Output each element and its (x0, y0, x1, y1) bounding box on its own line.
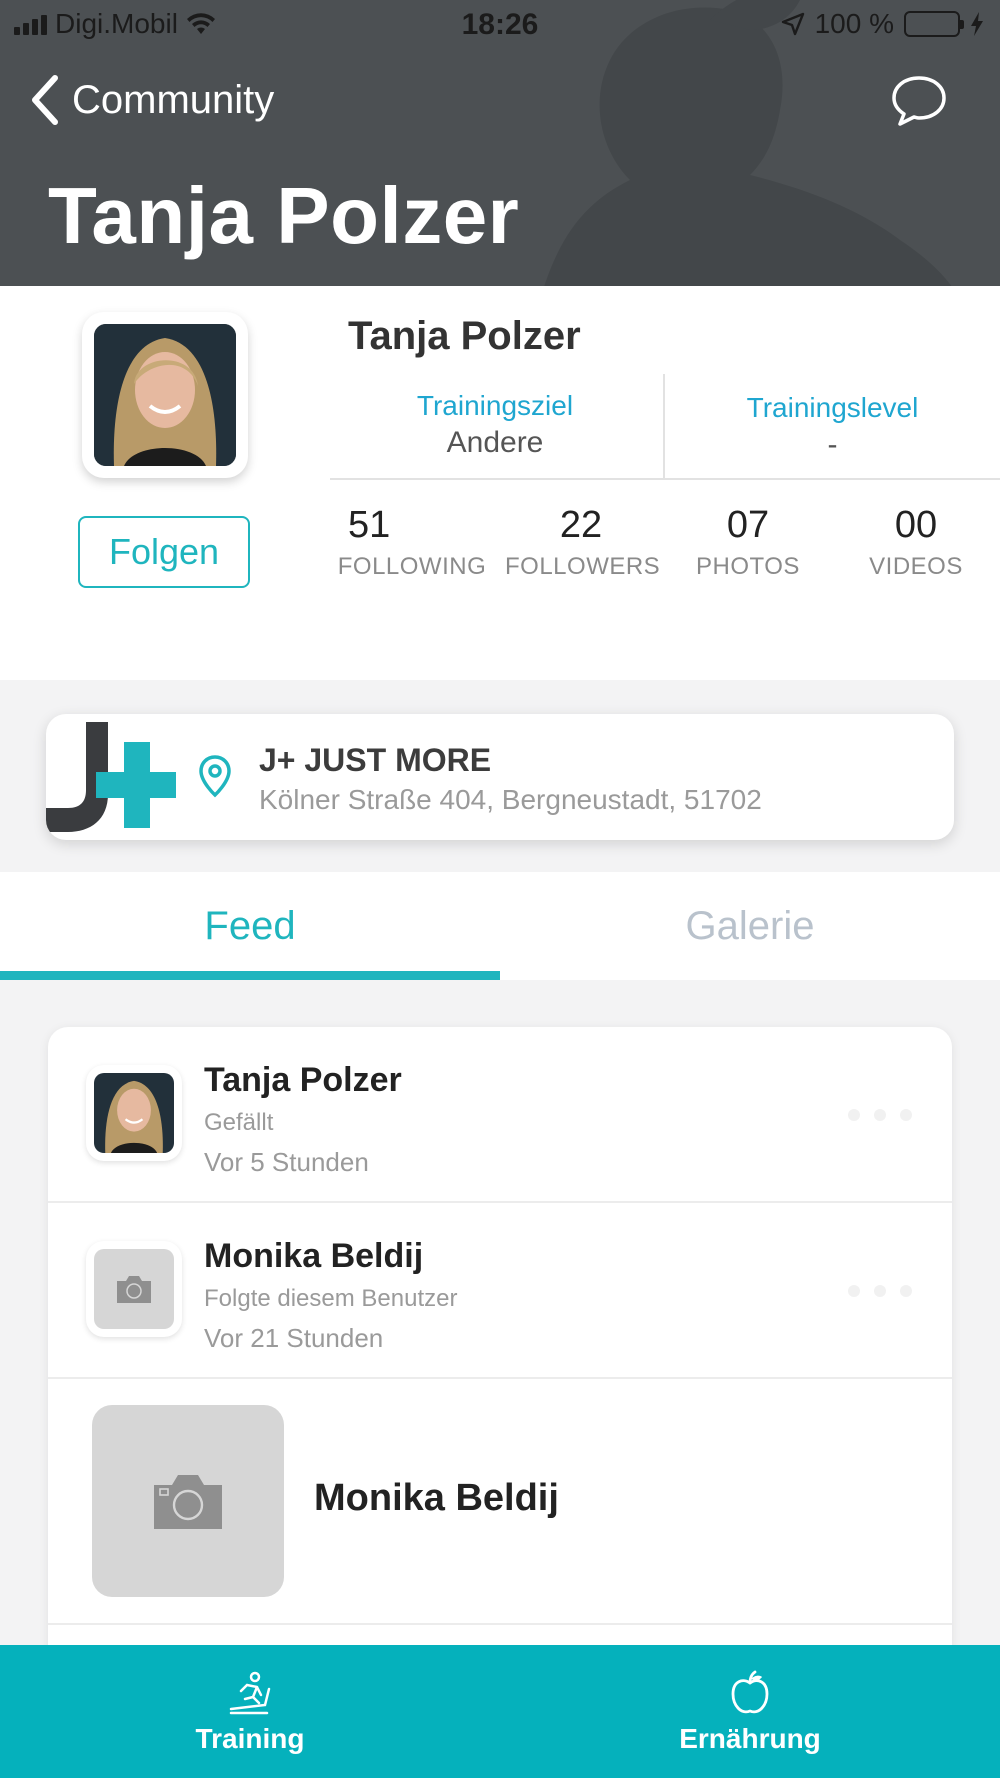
gym-name: J+ JUST MORE (259, 742, 492, 778)
status-bar: Digi.Mobil 18:26 100 % (0, 0, 1000, 50)
status-right: 100 % (781, 8, 984, 40)
more-options-icon[interactable] (848, 1285, 912, 1297)
stat-photos-label: PHOTOS (696, 553, 800, 580)
gym-logo (46, 722, 176, 832)
location-arrow-icon (781, 12, 804, 36)
nav-training-label: Training (195, 1722, 305, 1754)
back-label: Community (72, 77, 275, 122)
camera-icon (117, 1276, 151, 1303)
stat-videos-label: VIDEOS (869, 553, 963, 580)
gym-card[interactable]: J+ JUST MORE Kölner Straße 404, Bergneus… (46, 714, 954, 840)
profile-avatar[interactable] (82, 312, 248, 478)
profile-name: Tanja Polzer (348, 314, 581, 358)
nav-nutrition[interactable]: Ernährung (500, 1645, 1000, 1778)
camera-placeholder (94, 1249, 174, 1329)
avatar-photo (94, 1073, 174, 1153)
battery-percent: 100 % (814, 8, 894, 39)
nav-nutrition-label: Ernährung (679, 1722, 821, 1754)
stat-videos[interactable]: 00 VIDEOS (856, 504, 976, 581)
training-level-value: - (827, 428, 838, 461)
camera-icon (154, 1475, 222, 1529)
training-goal-value: Andere (446, 426, 544, 459)
avatar[interactable] (86, 1241, 182, 1337)
profile-info: Folgen Tanja Polzer Trainingsziel Andere… (0, 286, 1000, 680)
active-tab-indicator (0, 971, 500, 980)
feed-action: Folgte diesem Benutzer (204, 1285, 458, 1312)
page-title: Tanja Polzer (48, 171, 520, 260)
stat-following[interactable]: 51 FOLLOWING (332, 504, 492, 581)
info-divider-vertical (663, 374, 665, 478)
stat-following-label: FOLLOWING (337, 553, 487, 580)
feed-action: Gefällt (204, 1109, 274, 1136)
profile-header: Digi.Mobil 18:26 100 % Community Tanja P… (0, 0, 1000, 286)
gym-address: Kölner Straße 404, Bergneustadt, 51702 (259, 784, 762, 815)
app-screen: Digi.Mobil 18:26 100 % Community Tanja P… (0, 0, 1000, 1778)
training-goal: Trainingsziel Andere (360, 390, 630, 460)
stat-followers-value: 22 (559, 504, 603, 546)
follow-button[interactable]: Folgen (78, 516, 250, 588)
feed-user-name[interactable]: Monika Beldij (314, 1477, 559, 1520)
training-level: Trainingslevel - (700, 392, 965, 462)
stat-videos-value: 00 (894, 504, 938, 546)
nav-training[interactable]: Training (0, 1645, 500, 1778)
chat-bubble-icon[interactable] (890, 74, 948, 128)
stat-photos-value: 07 (726, 504, 770, 546)
photo-placeholder[interactable] (92, 1405, 284, 1597)
feed-time: Vor 21 Stunden (204, 1323, 384, 1353)
feed-item[interactable]: Tanja Polzer Gefällt Vor 5 Stunden (48, 1027, 952, 1203)
back-button[interactable]: Community (30, 74, 274, 126)
chevron-left-icon (32, 75, 58, 125)
feed-time: Vor 5 Stunden (204, 1147, 369, 1177)
tab-gallery[interactable]: Galerie (500, 872, 1000, 980)
avatar[interactable] (86, 1065, 182, 1161)
location-pin-icon (199, 755, 231, 798)
battery-icon (904, 11, 964, 37)
training-goal-label: Trainingsziel (416, 390, 574, 421)
feed-user-name[interactable]: Monika Beldij (204, 1237, 423, 1276)
more-options-icon[interactable] (848, 1109, 912, 1121)
stat-following-value: 51 (348, 504, 391, 546)
feed-user-name[interactable]: Tanja Polzer (204, 1061, 402, 1100)
tab-feed[interactable]: Feed (0, 872, 500, 980)
apple-icon (731, 1670, 769, 1713)
bottom-navigation: Training Ernährung (0, 1645, 1000, 1778)
feed-item[interactable]: Monika Beldij (48, 1379, 952, 1625)
avatar-photo (94, 324, 236, 466)
feed-item[interactable]: Monika Beldij Folgte diesem Benutzer Vor… (48, 1203, 952, 1379)
charging-icon (971, 12, 983, 36)
stat-photos[interactable]: 07 PHOTOS (688, 504, 808, 581)
stat-followers-label: FOLLOWERS (505, 553, 661, 580)
stat-followers[interactable]: 22 FOLLOWERS (505, 504, 661, 581)
training-level-label: Trainingslevel (746, 392, 919, 423)
profile-tabs: Feed Galerie (0, 872, 1000, 980)
info-divider-horizontal (330, 478, 1000, 480)
treadmill-icon (229, 1671, 271, 1714)
